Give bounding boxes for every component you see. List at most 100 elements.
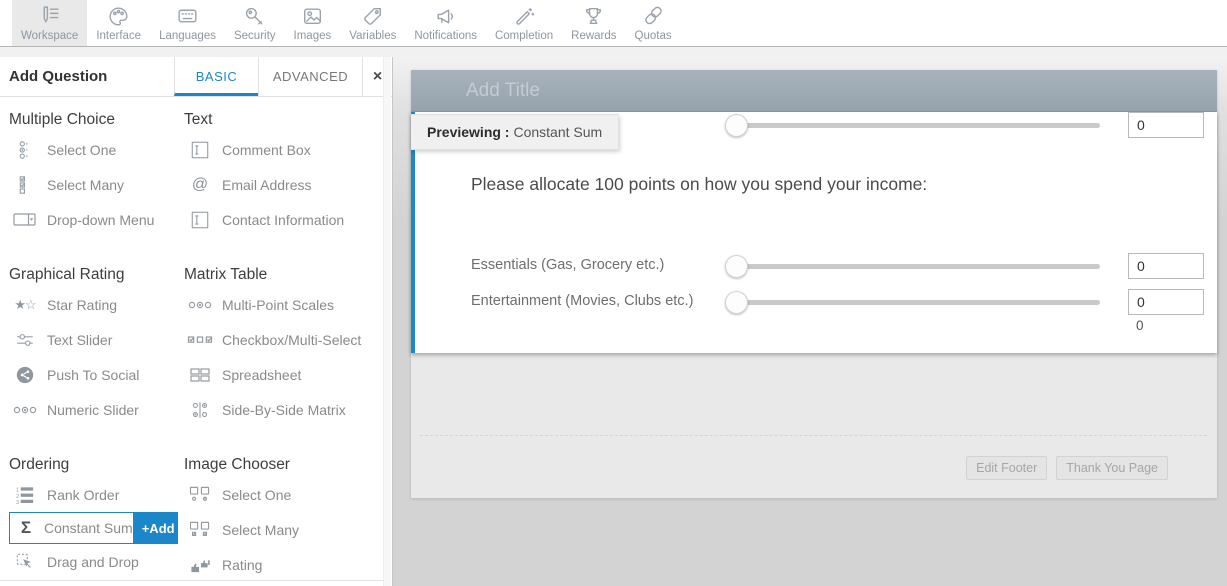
section-multiple-choice: Multiple Choice Select One Select Many D… <box>9 110 184 237</box>
toolbar-item-security[interactable]: Security <box>225 0 285 46</box>
toolbar-item-workspace[interactable]: Workspace <box>12 0 87 46</box>
text-slider-icon <box>9 330 41 350</box>
ibeam-box-icon <box>184 210 216 230</box>
toolbar-item-label: Security <box>234 30 276 42</box>
sidebar-item-contact-information[interactable]: Contact Information <box>184 202 374 237</box>
sidebar-item-numeric-slider[interactable]: Numeric Slider <box>9 392 184 427</box>
toolbar-item-label: Interface <box>96 30 141 42</box>
thumbs-icon <box>184 554 216 575</box>
slider-handle[interactable] <box>725 114 748 137</box>
rank-order-icon: 123 <box>9 485 41 505</box>
footer-divider <box>420 435 1207 436</box>
slider-track[interactable] <box>728 123 1100 128</box>
slider-handle[interactable] <box>725 291 748 314</box>
constant-sum-row: Entertainment (Movies, Clubs etc.) <box>415 289 1217 315</box>
push-social-icon <box>9 365 41 385</box>
keyboard-icon <box>175 3 201 29</box>
toolbar-item-images[interactable]: Images <box>285 0 341 46</box>
sidebar-item-comment-box[interactable]: Comment Box <box>184 132 374 167</box>
slider-track[interactable] <box>728 264 1100 269</box>
sidebar-item-dropdown-menu[interactable]: Drop-down Menu <box>9 202 184 237</box>
toolbar-item-label: Notifications <box>414 30 477 42</box>
sidebar-item-side-by-side-matrix[interactable]: Side-By-Side Matrix <box>184 392 374 427</box>
sidebar-title: Add Question <box>0 57 174 96</box>
sidebar-item-checkbox-multi-select[interactable]: Checkbox/Multi-Select <box>184 322 374 357</box>
sidebar-item-constant-sum[interactable]: Σ Constant Sum +Add <box>9 512 178 544</box>
trophy-icon <box>581 3 607 29</box>
radio-list-icon <box>9 139 41 161</box>
sidebar-item-push-to-social[interactable]: Push To Social <box>9 357 184 392</box>
survey-preview-panel: Add Title Previewing :Constant Sum Pleas… <box>411 70 1217 498</box>
section-text: Text Comment Box @ Email Address Contact… <box>184 110 374 237</box>
toolbar-item-variables[interactable]: Variables <box>340 0 405 46</box>
section-title: Text <box>184 110 374 130</box>
toolbar-item-notifications[interactable]: Notifications <box>405 0 486 46</box>
sidebar-item-star-rating[interactable]: ★☆ Star Rating <box>9 287 184 322</box>
multi-point-icon <box>184 298 216 312</box>
sidebar-scrollbar[interactable] <box>383 57 391 586</box>
tab-basic[interactable]: BASIC <box>174 57 258 96</box>
section-ordering: Ordering 123 Rank Order Σ Constant Sum +… <box>9 455 184 582</box>
previewing-value: Constant Sum <box>513 124 602 140</box>
megaphone-icon <box>433 3 459 29</box>
sidebar-item-image-rating[interactable]: Rating <box>184 547 374 582</box>
palette-icon <box>106 3 132 29</box>
spreadsheet-icon <box>184 366 216 384</box>
toolbar-item-interface[interactable]: Interface <box>87 0 150 46</box>
checkbox-multi-icon <box>184 333 216 347</box>
checkbox-list-icon <box>9 174 41 196</box>
toolbar-item-completion[interactable]: Completion <box>486 0 562 46</box>
sidebar-item-image-select-many[interactable]: Select Many <box>184 512 374 547</box>
tag-icon <box>360 3 386 29</box>
dropdown-icon <box>9 211 41 229</box>
sidebar-item-rank-order[interactable]: 123 Rank Order <box>9 477 184 512</box>
points-input[interactable] <box>1128 112 1204 138</box>
edit-footer-button[interactable]: Edit Footer <box>966 456 1047 480</box>
sidebar-item-spreadsheet[interactable]: Spreadsheet <box>184 357 374 392</box>
sidebar-header: Add Question BASIC ADVANCED × <box>0 57 392 97</box>
toolbar-item-languages[interactable]: Languages <box>150 0 225 46</box>
sidebar-body: Multiple Choice Select One Select Many D… <box>0 97 392 582</box>
toolbar-item-rewards[interactable]: Rewards <box>562 0 625 46</box>
toolbar-item-label: Languages <box>159 30 216 42</box>
tab-advanced[interactable]: ADVANCED <box>258 57 362 96</box>
points-input[interactable] <box>1128 253 1204 279</box>
toolbar-item-label: Workspace <box>21 30 78 42</box>
toolbar-item-label: Rewards <box>571 30 616 42</box>
points-input[interactable] <box>1128 289 1204 315</box>
toolbar-item-quotas[interactable]: Quotas <box>626 0 681 46</box>
sidebar-item-text-slider[interactable]: Text Slider <box>9 322 184 357</box>
section-title: Ordering <box>9 455 184 475</box>
survey-title-bar[interactable]: Add Title <box>411 70 1217 112</box>
sidebar-item-image-select-one[interactable]: Select One <box>184 477 374 512</box>
at-icon: @ <box>184 176 216 194</box>
image-radio-icon <box>184 485 216 504</box>
points-total: 0 <box>1136 318 1144 333</box>
svg-text:2: 2 <box>15 493 18 499</box>
sidebar-item-select-many[interactable]: Select Many <box>9 167 184 202</box>
sidebar-item-drag-and-drop[interactable]: Drag and Drop <box>9 544 184 579</box>
ibeam-box-icon <box>184 140 216 160</box>
top-toolbar: Workspace Interface Languages Security I… <box>0 0 1227 47</box>
sidebar-item-multi-point-scales[interactable]: Multi-Point Scales <box>184 287 374 322</box>
section-title: Image Chooser <box>184 455 374 475</box>
picture-icon <box>299 3 325 29</box>
section-graphical-rating: Graphical Rating ★☆ Star Rating Text Sli… <box>9 265 184 427</box>
previewing-chip: Previewing :Constant Sum <box>411 114 619 150</box>
add-question-button[interactable]: +Add <box>133 513 178 543</box>
toolbar-item-label: Images <box>294 30 332 42</box>
sidebar-item-select-one[interactable]: Select One <box>9 132 184 167</box>
question-text: Please allocate 100 points on how you sp… <box>471 174 927 195</box>
slider-track[interactable] <box>728 300 1100 305</box>
thank-you-page-button[interactable]: Thank You Page <box>1056 456 1168 480</box>
star-rating-icon: ★☆ <box>9 297 41 313</box>
sidebar-item-email-address[interactable]: @ Email Address <box>184 167 374 202</box>
row-label: Entertainment (Movies, Clubs etc.) <box>471 293 693 309</box>
slider-handle[interactable] <box>725 255 748 278</box>
image-checkbox-icon <box>184 520 216 539</box>
row-label: Essentials (Gas, Grocery etc.) <box>471 257 664 273</box>
survey-title-placeholder: Add Title <box>466 80 540 102</box>
section-title: Matrix Table <box>184 265 374 285</box>
previewing-label: Previewing : <box>427 124 509 140</box>
toolbar-item-label: Variables <box>349 30 396 42</box>
